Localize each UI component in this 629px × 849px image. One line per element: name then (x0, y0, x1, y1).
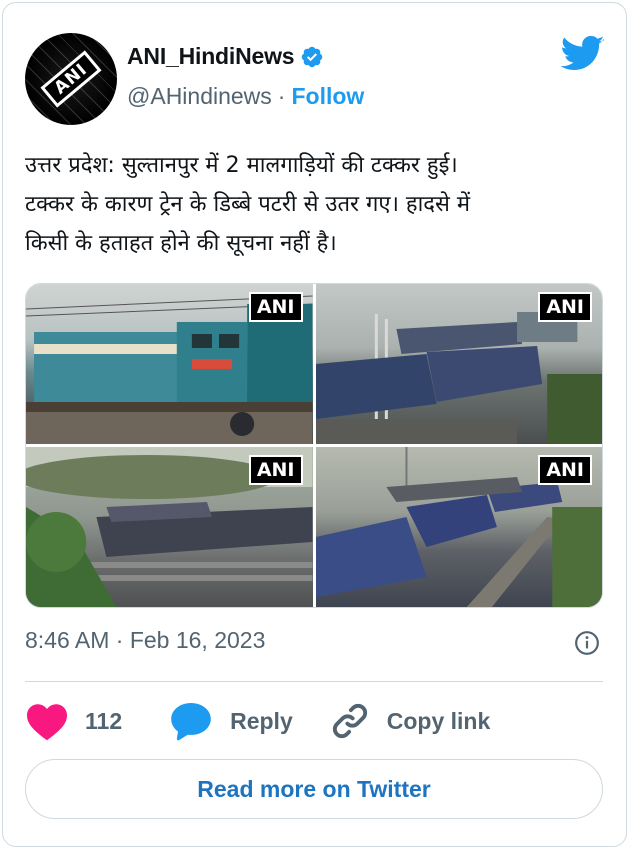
tweet-header: ANI ANI_HindiNews @AHindinews · Follow (25, 33, 605, 125)
photo-watermark: ANI (538, 455, 592, 485)
author-name-row: ANI_HindiNews (127, 43, 324, 70)
info-icon[interactable] (574, 630, 600, 656)
tweet-text-line: किसी के हताहत होने की सूचना नहीं है। (25, 231, 337, 256)
photo-watermark: ANI (538, 292, 592, 322)
like-count: 112 (85, 707, 123, 734)
photo-derailed-wagons[interactable]: ANI (315, 284, 602, 444)
author-name[interactable]: ANI_HindiNews (127, 43, 295, 70)
author-handle-row: @AHindinews · Follow (127, 83, 364, 110)
photo-watermark: ANI (248, 455, 303, 485)
divider (25, 681, 603, 682)
twitter-bird-icon[interactable] (561, 35, 605, 73)
like-button[interactable]: 112 (25, 701, 122, 741)
photo-wagons-track[interactable]: ANI (315, 447, 602, 607)
tweet-text: उत्तर प्रदेश: सुल्तानपुर में 2 मालगाड़िय… (25, 146, 605, 263)
reply-button[interactable]: Reply (168, 699, 293, 743)
photo-locomotive[interactable]: ANI (26, 284, 313, 444)
tweet-card: ANI ANI_HindiNews @AHindinews · Follow उ… (2, 2, 627, 847)
photo-watermark: ANI (248, 292, 303, 322)
copy-link-label: Copy link (386, 707, 491, 734)
tweet-text-line: टक्कर के कारण ट्रेन के डिब्बे पटरी से उत… (25, 192, 470, 217)
reply-label: Reply (230, 707, 293, 734)
tweet-timestamp[interactable]: 8:46 AM · Feb 16, 2023 (25, 627, 265, 654)
link-icon (332, 703, 367, 739)
separator-dot: · (277, 83, 286, 109)
read-more-button[interactable]: Read more on Twitter (25, 759, 603, 819)
action-bar: 112 Reply Copy link (25, 698, 490, 744)
reply-bubble-icon (171, 703, 211, 741)
copy-link-button[interactable]: Copy link (329, 700, 491, 742)
photo-wagons-aerial[interactable]: ANI (26, 447, 313, 607)
verified-badge-icon (302, 46, 323, 67)
author-handle[interactable]: @AHindinews (127, 83, 272, 110)
media-grid: ANI ANI ANI ANI (25, 283, 603, 608)
tweet-text-line: उत्तर प्रदेश: सुल्तानपुर में 2 मालगाड़िय… (25, 153, 458, 178)
heart-icon (27, 704, 67, 741)
follow-button[interactable]: Follow (291, 83, 364, 110)
avatar[interactable]: ANI (25, 33, 117, 125)
